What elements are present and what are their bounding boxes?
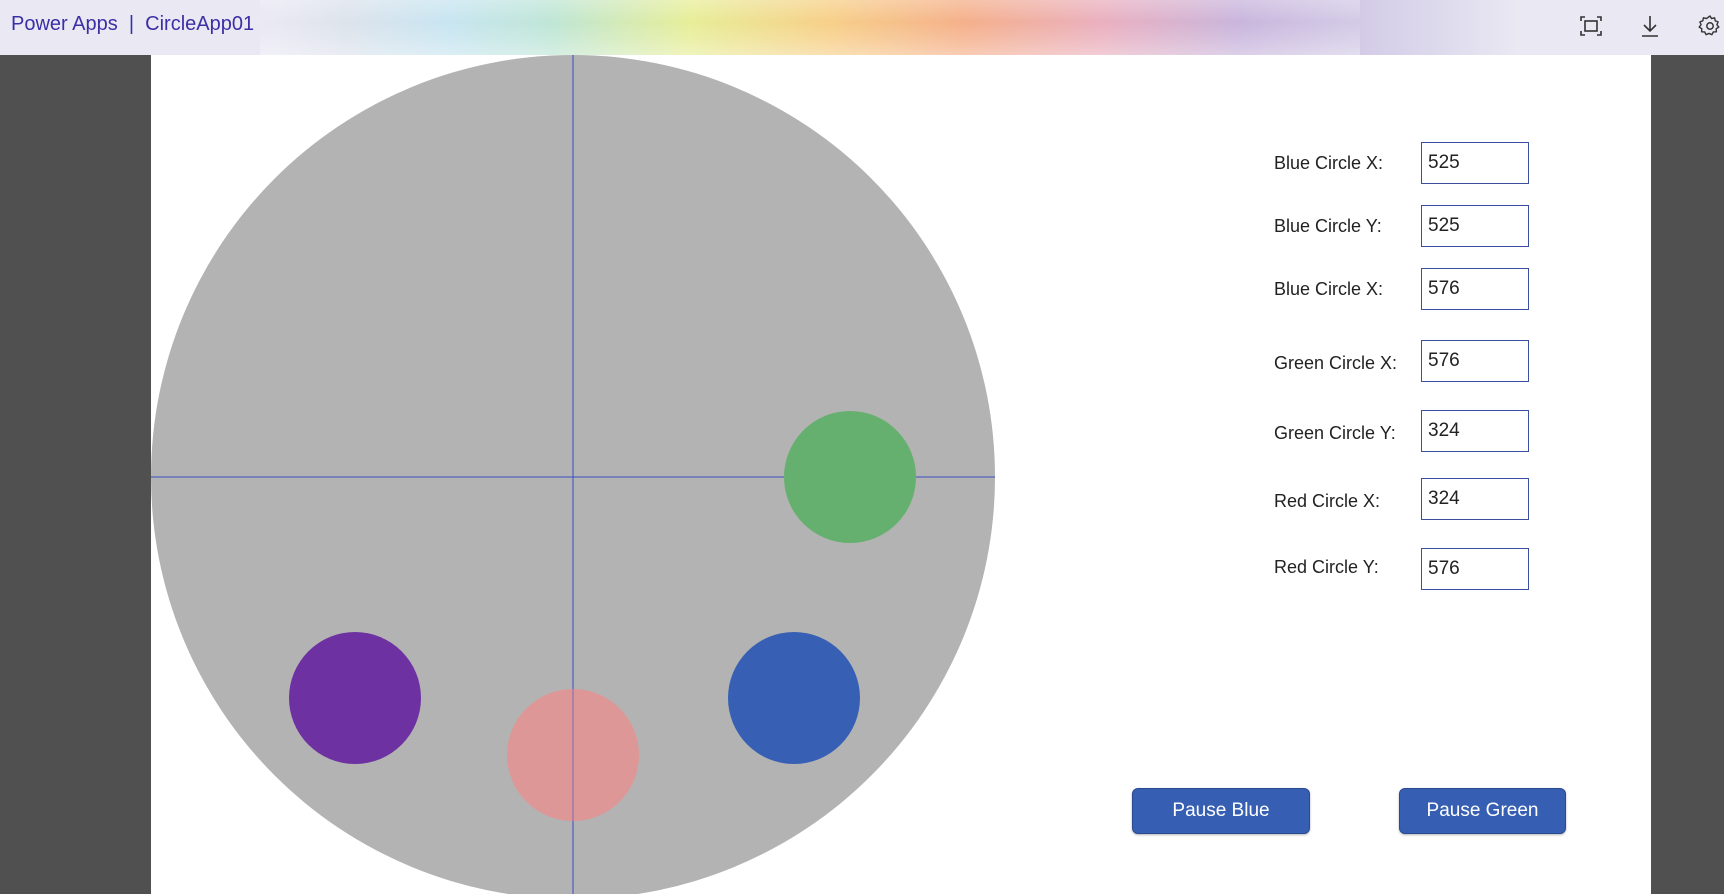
download-icon[interactable] xyxy=(1636,12,1664,40)
field-label: Blue Circle X: xyxy=(1274,279,1384,299)
field-label: Green Circle X: xyxy=(1274,353,1398,373)
blue-circle-x-input[interactable] xyxy=(1421,142,1529,184)
blue-circle[interactable] xyxy=(728,632,860,764)
purple-circle[interactable] xyxy=(289,632,421,764)
blue-circle-x2-input[interactable] xyxy=(1421,268,1529,310)
header-banner xyxy=(260,0,1360,55)
green-circle-y-input[interactable] xyxy=(1421,410,1529,452)
red-circle-y-input[interactable] xyxy=(1421,548,1529,590)
settings-icon[interactable] xyxy=(1696,12,1724,40)
green-circle[interactable] xyxy=(784,411,916,543)
blue-circle-y-input[interactable] xyxy=(1421,205,1529,247)
field-label: Blue Circle Y: xyxy=(1274,216,1382,236)
app-canvas: Blue Circle X: Blue Circle Y: Blue Circl… xyxy=(151,55,1651,894)
fullscreen-icon[interactable] xyxy=(1577,12,1605,40)
app-title: Power Apps | CircleApp01 xyxy=(11,13,255,35)
field-label: Red Circle Y: xyxy=(1274,557,1379,577)
app-header: Power Apps | CircleApp01 xyxy=(0,0,1724,55)
pause-green-button[interactable]: Pause Green xyxy=(1399,788,1566,834)
pause-blue-button[interactable]: Pause Blue xyxy=(1132,788,1310,834)
field-label: Blue Circle X: xyxy=(1274,153,1384,173)
red-circle-x-input[interactable] xyxy=(1421,478,1529,520)
field-label: Green Circle Y: xyxy=(1274,423,1396,443)
field-label: Red Circle X: xyxy=(1274,491,1381,511)
green-circle-x-input[interactable] xyxy=(1421,340,1529,382)
